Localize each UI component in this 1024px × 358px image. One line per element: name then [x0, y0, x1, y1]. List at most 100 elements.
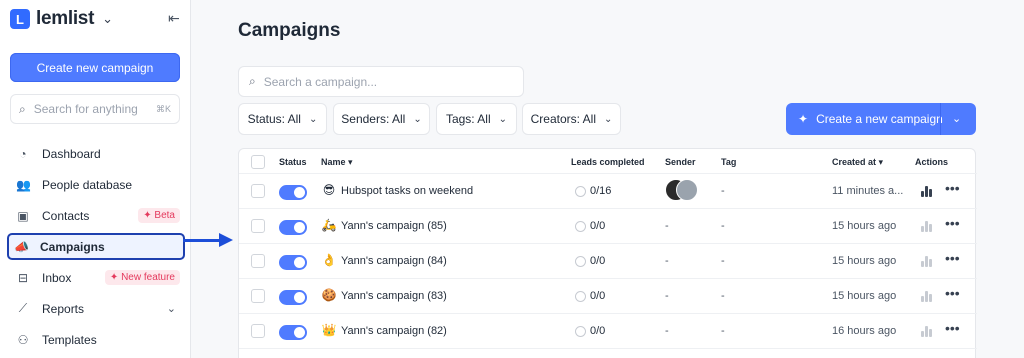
sidebar-item-people-database[interactable]: 👥 People database: [10, 169, 182, 200]
created-at: 16 hours ago: [832, 325, 897, 337]
cta-label: Create a new campaign: [816, 112, 943, 126]
campaign-emoji: 👌: [321, 253, 337, 267]
created-at: 11 minutes a...: [832, 185, 904, 197]
search-placeholder: Search for anything: [33, 102, 138, 116]
row-checkbox[interactable]: [251, 324, 265, 338]
column-header-actions: Actions: [915, 157, 949, 167]
sidebar-item-label: People database: [42, 177, 133, 192]
search-icon: ⌕: [19, 101, 26, 116]
sidebar-item-label: Inbox: [42, 270, 72, 285]
row-checkbox[interactable]: [251, 254, 265, 268]
select-all-checkbox[interactable]: [251, 155, 265, 169]
gauge-icon: ◔: [19, 146, 27, 161]
campaign-name[interactable]: Yann's campaign (84): [341, 255, 447, 267]
column-header-sender: Sender: [665, 157, 696, 167]
tag-value: -: [721, 325, 725, 337]
workspace-switcher[interactable]: L lemlist ⌄: [10, 8, 113, 30]
filter-label: Status: All: [247, 112, 301, 126]
annotation-arrow-head: [219, 233, 233, 247]
sidebar-item-label: Contacts: [42, 208, 90, 223]
creators-filter[interactable]: Creators: All ⌄: [522, 103, 621, 135]
chevron-down-icon: ⌄: [498, 113, 508, 125]
more-options-icon[interactable]: •••: [945, 285, 960, 301]
column-header-name[interactable]: Name ▾: [321, 157, 353, 168]
status-toggle[interactable]: [279, 255, 307, 270]
sidebar-item-templates[interactable]: ⚇ Templates: [10, 324, 182, 355]
leads-completed: 0/0: [590, 325, 606, 337]
progress-ring-icon: [575, 186, 586, 197]
campaign-name[interactable]: Yann's campaign (85): [341, 220, 447, 232]
created-at: 15 hours ago: [832, 290, 897, 302]
stats-icon[interactable]: [921, 256, 933, 267]
chevron-down-icon[interactable]: ⌄: [952, 112, 961, 125]
tags-filter[interactable]: Tags: All ⌄: [436, 103, 517, 135]
more-options-icon[interactable]: •••: [945, 320, 960, 336]
table-row[interactable]: 👌 Yann's campaign (84) 0/0 - - 15 hours …: [239, 244, 977, 279]
tag-value: -: [721, 220, 725, 232]
stats-icon[interactable]: [921, 326, 933, 337]
sidebar-item-label: Dashboard: [42, 146, 101, 161]
campaign-name[interactable]: Yann's campaign (82): [341, 325, 447, 337]
campaign-emoji: 🍪: [321, 288, 337, 302]
sender-value: -: [665, 325, 669, 337]
campaign-name[interactable]: Yann's campaign (83): [341, 290, 447, 302]
lemlist-logo-icon: L: [10, 9, 30, 29]
stats-icon[interactable]: [921, 186, 933, 197]
progress-ring-icon: [575, 256, 586, 267]
status-toggle[interactable]: [279, 325, 307, 340]
column-header-created[interactable]: Created at ▾: [832, 157, 883, 168]
campaign-name[interactable]: Hubspot tasks on weekend: [341, 185, 473, 197]
search-icon: ⌕: [249, 74, 256, 88]
table-row[interactable]: 🍪 Yann's campaign (83) 0/0 - - 15 hours …: [239, 279, 977, 314]
search-anything-input[interactable]: ⌕ Search for anything ⌘K: [10, 94, 180, 124]
campaign-emoji: 🛵: [321, 218, 337, 232]
senders-filter[interactable]: Senders: All ⌄: [333, 103, 430, 135]
campaign-emoji: 😎: [322, 183, 336, 197]
created-at: 15 hours ago: [832, 255, 897, 267]
sidebar-item-dashboard[interactable]: ◔ Dashboard: [10, 138, 182, 169]
more-options-icon[interactable]: •••: [945, 180, 960, 196]
filter-label: Creators: All: [530, 112, 596, 126]
sparkle-icon: ✦: [798, 112, 809, 126]
status-toggle[interactable]: [279, 290, 307, 305]
row-checkbox[interactable]: [251, 184, 265, 198]
chevron-down-icon[interactable]: ⌄: [102, 11, 113, 27]
progress-ring-icon: [575, 291, 586, 302]
status-toggle[interactable]: [279, 185, 307, 200]
sender-value: -: [665, 290, 669, 302]
create-new-campaign-button[interactable]: Create new campaign: [10, 53, 180, 82]
column-header-status: Status: [279, 157, 307, 167]
filter-label: Senders: All: [341, 112, 406, 126]
templates-icon: ⚇: [17, 332, 29, 347]
leads-completed: 0/16: [590, 185, 612, 197]
stats-icon[interactable]: [921, 221, 933, 232]
beta-badge: ✦ Beta: [138, 208, 180, 223]
created-at: 15 hours ago: [832, 220, 897, 232]
sender-value: -: [665, 255, 669, 267]
status-toggle[interactable]: [279, 220, 307, 235]
column-header-tag: Tag: [721, 157, 737, 167]
inbox-icon: ⊟: [17, 270, 29, 285]
more-options-icon[interactable]: •••: [945, 250, 960, 266]
create-a-new-campaign-button[interactable]: ✦ Create a new campaign ⌄: [786, 103, 976, 135]
sidebar-item-campaigns[interactable]: 📣 Campaigns: [7, 233, 185, 260]
row-checkbox[interactable]: [251, 289, 265, 303]
sidebar: L lemlist ⌄ ⇤ Create new campaign ⌕ Sear…: [0, 0, 191, 358]
stats-icon[interactable]: [921, 291, 933, 302]
leads-completed: 0/0: [590, 290, 606, 302]
table-row[interactable]: 😎 Hubspot tasks on weekend 0/16 - 11 min…: [239, 174, 977, 209]
table-row[interactable]: 🛵 Yann's campaign (85) 0/0 - - 15 hours …: [239, 209, 977, 244]
collapse-sidebar-icon[interactable]: ⇤: [168, 10, 180, 27]
sidebar-item-contacts[interactable]: ▣ Contacts ✦ Beta: [10, 200, 182, 231]
sidebar-item-reports[interactable]: ⟋ Reports ⌄: [10, 293, 182, 324]
progress-ring-icon: [575, 221, 586, 232]
table-row[interactable]: 👑 Yann's campaign (82) 0/0 - - 16 hours …: [239, 314, 977, 349]
page-title: Campaigns: [238, 20, 341, 41]
status-filter[interactable]: Status: All ⌄: [238, 103, 327, 135]
sidebar-item-inbox[interactable]: ⊟ Inbox ✦ New feature: [10, 262, 182, 293]
more-options-icon[interactable]: •••: [945, 215, 960, 231]
split-divider: [940, 103, 941, 135]
chevron-down-icon[interactable]: ⌄: [167, 302, 176, 315]
row-checkbox[interactable]: [251, 219, 265, 233]
campaign-search-input[interactable]: ⌕ Search a campaign...: [238, 66, 524, 97]
